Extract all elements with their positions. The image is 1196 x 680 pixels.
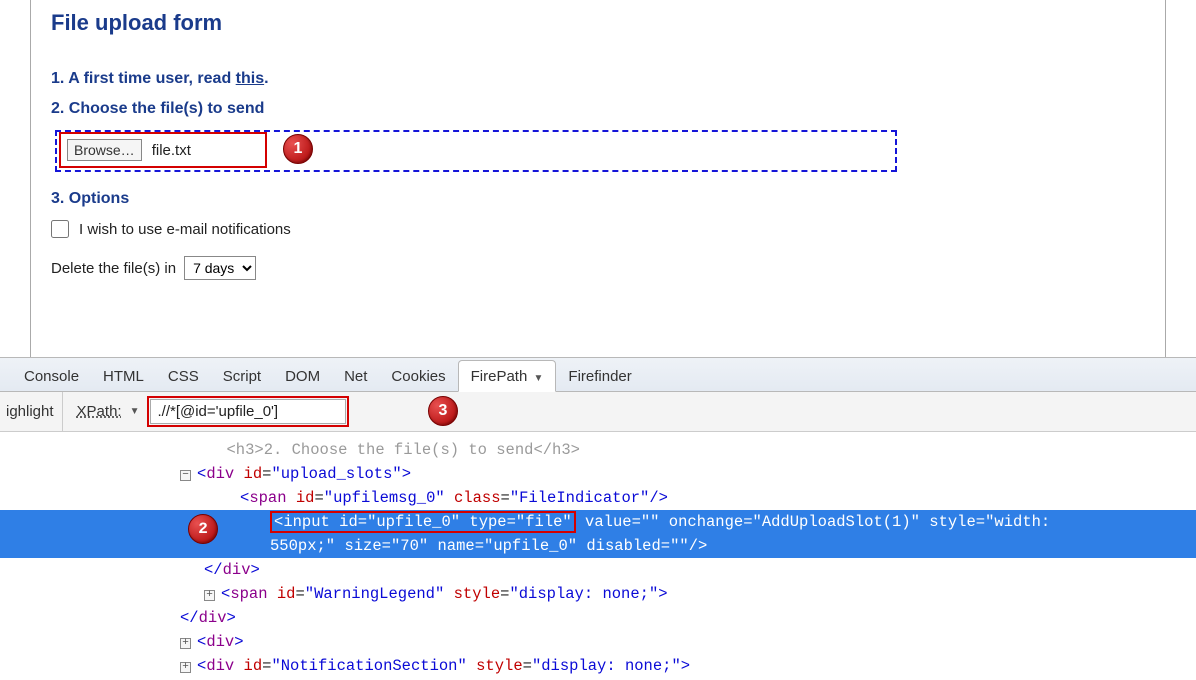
xpath-input[interactable] bbox=[150, 399, 346, 424]
firepath-toolbar: ighlight XPath: ▼ 3 bbox=[0, 392, 1196, 432]
tab-css[interactable]: CSS bbox=[156, 361, 211, 391]
highlight-button[interactable]: ighlight bbox=[0, 392, 63, 431]
annotation-badge-2: 2 bbox=[188, 514, 218, 544]
src-line-selected[interactable]: 550px;" size="70" name="upfile_0" disabl… bbox=[0, 534, 1196, 558]
tab-firepath[interactable]: FirePath ▼ bbox=[458, 360, 557, 392]
tab-firefinder[interactable]: Firefinder bbox=[556, 361, 643, 391]
tab-dom[interactable]: DOM bbox=[273, 361, 332, 391]
step3-heading: 3. Options bbox=[51, 190, 1145, 208]
email-notify-label: I wish to use e-mail notifications bbox=[79, 221, 291, 238]
selected-filename: file.txt bbox=[152, 142, 191, 159]
read-this-link[interactable]: this bbox=[236, 70, 264, 87]
expand-icon[interactable]: + bbox=[204, 590, 215, 601]
src-line[interactable]: +<span id="WarningLegend" style="display… bbox=[0, 582, 1196, 606]
chevron-down-icon: ▼ bbox=[534, 373, 544, 384]
src-line[interactable]: −<div id="upload_slots"> bbox=[0, 462, 1196, 486]
delete-select[interactable]: 7 days bbox=[184, 256, 256, 280]
src-line: <h3>2. Choose the file(s) to send</h3> bbox=[0, 438, 1196, 462]
tab-cookies[interactable]: Cookies bbox=[379, 361, 457, 391]
annotation-badge-1: 1 bbox=[283, 134, 313, 164]
src-line[interactable]: </div> bbox=[0, 606, 1196, 630]
upload-row: Browse… file.txt 1 bbox=[51, 130, 1145, 172]
tab-html[interactable]: HTML bbox=[91, 361, 156, 391]
email-notify-row: I wish to use e-mail notifications bbox=[51, 220, 1145, 238]
source-tree[interactable]: <h3>2. Choose the file(s) to send</h3> −… bbox=[0, 432, 1196, 678]
xpath-label[interactable]: XPath: bbox=[63, 403, 130, 420]
tab-script[interactable]: Script bbox=[211, 361, 273, 391]
expand-icon[interactable]: + bbox=[180, 662, 191, 673]
xpath-input-annotation bbox=[147, 396, 349, 427]
step1-text: 1. A first time user, read bbox=[51, 70, 236, 87]
annotation-badge-3: 3 bbox=[428, 396, 458, 426]
devtools-tabbar: Console HTML CSS Script DOM Net Cookies … bbox=[0, 358, 1196, 392]
delete-row: Delete the file(s) in 7 days bbox=[51, 256, 1145, 280]
tab-net[interactable]: Net bbox=[332, 361, 379, 391]
src-line[interactable]: +<div id="NotificationSection" style="di… bbox=[0, 654, 1196, 678]
src-line[interactable]: +<div> bbox=[0, 630, 1196, 654]
browse-button[interactable]: Browse… bbox=[67, 139, 142, 161]
chevron-down-icon[interactable]: ▼ bbox=[130, 406, 140, 417]
step1-heading: 1. A first time user, read this. bbox=[51, 70, 1145, 88]
devtools-panel: Console HTML CSS Script DOM Net Cookies … bbox=[0, 357, 1196, 678]
step1-period: . bbox=[264, 70, 268, 87]
file-input-annotation: Browse… file.txt bbox=[59, 132, 267, 168]
email-notify-checkbox[interactable] bbox=[51, 220, 69, 238]
form-title: File upload form bbox=[51, 0, 1145, 62]
step2-heading: 2. Choose the file(s) to send bbox=[51, 100, 1145, 118]
expand-icon[interactable]: + bbox=[180, 638, 191, 649]
src-line-selected[interactable]: <input id="upfile_0" type="file" value="… bbox=[0, 510, 1196, 534]
src-line[interactable]: </div> bbox=[0, 558, 1196, 582]
src-line[interactable]: <span id="upfilemsg_0" class="FileIndica… bbox=[0, 486, 1196, 510]
delete-label: Delete the file(s) in bbox=[51, 260, 176, 277]
upload-form-panel: File upload form 1. A first time user, r… bbox=[30, 0, 1166, 357]
collapse-icon[interactable]: − bbox=[180, 470, 191, 481]
tab-console[interactable]: Console bbox=[12, 361, 91, 391]
